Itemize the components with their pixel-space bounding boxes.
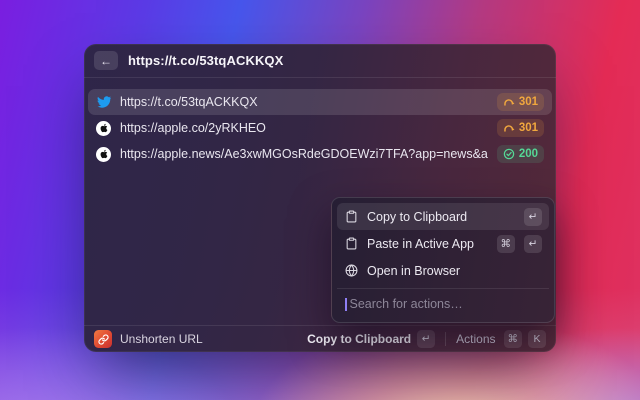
status-bar: Unshorten URL Copy to Clipboard ↵ Action…: [84, 325, 556, 352]
return-keycap: ↵: [417, 330, 435, 348]
check-circle-icon: [503, 148, 515, 160]
clipboard-icon: [344, 237, 358, 251]
action-label: Paste in Active App: [367, 237, 488, 251]
status-code: 301: [519, 122, 538, 134]
k-keycap: K: [528, 330, 546, 348]
action-open-in-browser[interactable]: Open in Browser: [337, 257, 549, 284]
action-label: Open in Browser: [367, 264, 542, 278]
raycast-window: ← https://t.co/53tqACKKQX https://t.co/5…: [84, 44, 556, 352]
apple-icon: [96, 121, 111, 136]
cmd-keycap: ⌘: [504, 330, 523, 348]
apple-news-icon: [96, 147, 111, 162]
text-caret: [345, 298, 347, 311]
action-paste-in-active-app[interactable]: Paste in Active App ⌘ ↵: [337, 230, 549, 257]
actions-menu: Copy to Clipboard ↵ Paste in Active App …: [331, 197, 555, 323]
back-arrow-icon: ←: [100, 54, 112, 68]
clipboard-icon: [344, 210, 358, 224]
status-badge: 301: [497, 93, 544, 111]
redirect-icon: [503, 122, 515, 134]
list-item[interactable]: https://apple.news/Ae3xwMGOsRdeGDOEWzi7T…: [88, 141, 552, 167]
window-header: ← https://t.co/53tqACKKQX: [84, 44, 556, 78]
list-item[interactable]: https://t.co/53tqACKKQX 301: [88, 89, 552, 115]
extension-name: Unshorten URL: [120, 332, 203, 346]
status-code: 200: [519, 148, 538, 160]
cmd-keycap: ⌘: [497, 235, 516, 253]
twitter-icon: [96, 95, 111, 110]
action-copy-to-clipboard[interactable]: Copy to Clipboard ↵: [337, 203, 549, 230]
status-code: 301: [519, 96, 538, 108]
list-item[interactable]: https://apple.co/2yRKHEO 301: [88, 115, 552, 141]
action-label: Copy to Clipboard: [367, 210, 515, 224]
status-badge: 301: [497, 119, 544, 137]
result-url: https://apple.news/Ae3xwMGOsRdeGDOEWzi7T…: [120, 147, 488, 161]
return-keycap: ↵: [524, 235, 542, 253]
unshorten-url-app-icon: [94, 330, 112, 348]
back-button[interactable]: ←: [94, 51, 118, 70]
link-icon: [98, 334, 109, 345]
divider: [445, 332, 446, 346]
actions-button[interactable]: Actions: [456, 332, 495, 346]
result-url: https://t.co/53tqACKKQX: [120, 95, 488, 109]
redirect-icon: [503, 96, 515, 108]
search-placeholder: Search for actions…: [350, 297, 463, 311]
result-url: https://apple.co/2yRKHEO: [120, 121, 488, 135]
actions-search-input[interactable]: Search for actions…: [337, 288, 549, 317]
query-title: https://t.co/53tqACKKQX: [128, 53, 283, 68]
return-keycap: ↵: [524, 208, 542, 226]
globe-icon: [344, 264, 358, 278]
primary-action-label[interactable]: Copy to Clipboard: [307, 332, 411, 346]
status-badge: 200: [497, 145, 544, 163]
